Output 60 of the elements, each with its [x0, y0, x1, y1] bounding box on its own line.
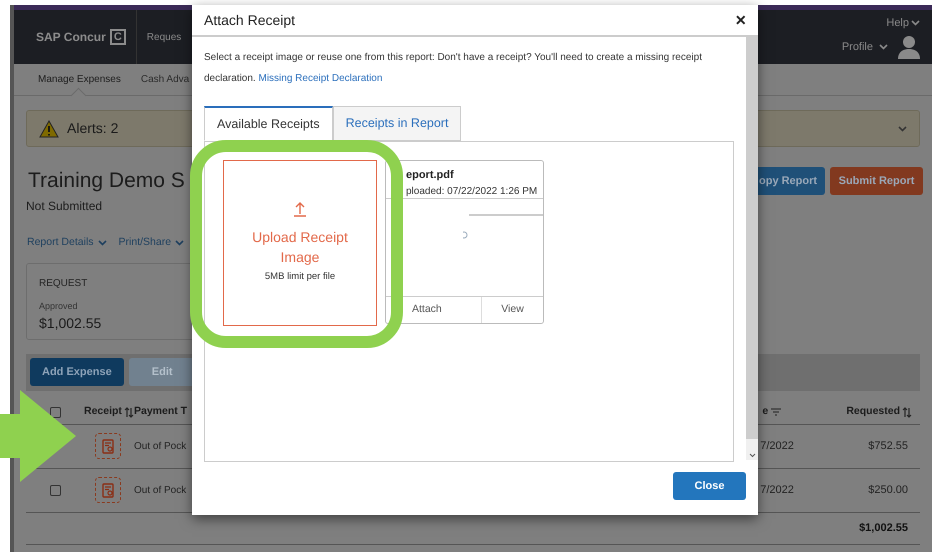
report-button[interactable]: opy Report	[758, 167, 825, 195]
receipt-icon[interactable]	[95, 433, 121, 460]
column-header[interactable]: Requested	[846, 404, 912, 420]
chevron-icon	[98, 240, 107, 246]
sort-icon	[124, 406, 134, 418]
profile-menu[interactable]: Profile	[842, 39, 888, 56]
column-header[interactable]: Receipt	[84, 404, 134, 420]
warning-icon	[39, 120, 59, 138]
dialog-description: Select a receipt image or reuse one from this report: Don't have a receipt? You'll need to create a missing receipt declaration. Missing Receipt Declaration	[204, 51, 703, 86]
avatar-icon[interactable]	[898, 35, 920, 60]
column-header[interactable]: Payment T	[134, 404, 188, 420]
upload-icon	[292, 201, 308, 217]
menu-link[interactable]: Report Details	[27, 235, 107, 251]
nav-tab[interactable]: Manage Expenses	[38, 64, 121, 95]
report-status: Not Submitted	[26, 198, 102, 215]
logo-text: SAP Concur	[36, 29, 106, 46]
table-cell-text: 7/2022	[760, 439, 795, 454]
dialog-title: Attach Receipt	[204, 10, 296, 30]
table-cell-text: Out of Pock	[134, 440, 186, 454]
table-cell-text: $250.00	[868, 483, 908, 498]
close-button[interactable]: ×	[735, 11, 746, 29]
nav-tab[interactable]: Cash Adva	[140, 64, 190, 95]
file-name: eport.pdf	[406, 168, 455, 183]
table-cell-text: Out of Pock	[134, 484, 186, 498]
table-cell-text: $752.55	[868, 439, 908, 454]
arrow-icon	[0, 390, 76, 482]
card-action[interactable]: Attach	[406, 297, 482, 323]
help-menu[interactable]: Help	[886, 14, 920, 32]
card-amount: $1,002.55	[39, 314, 102, 334]
close-dialog-button[interactable]: Close	[673, 472, 746, 500]
checkbox[interactable]	[50, 484, 60, 496]
chevron-icon	[879, 44, 888, 50]
scrollbar[interactable]	[746, 37, 758, 460]
card-action[interactable]: View	[482, 302, 543, 318]
nav-link[interactable]: Reques	[146, 30, 182, 44]
missing-receipt-link[interactable]: Missing Receipt Declaration	[258, 73, 382, 84]
chevron-icon	[898, 126, 907, 132]
receipt-icon[interactable]	[95, 477, 121, 504]
logo-mark: C	[110, 29, 126, 45]
report-title: Training Demo S	[28, 168, 185, 194]
alert-label: Alerts: 2	[67, 119, 118, 138]
tab[interactable]: Available Receipts	[204, 106, 333, 141]
card-heading: REQUEST	[39, 276, 88, 291]
scroll-down-icon[interactable]	[748, 453, 756, 458]
upload-label: Upload Receipt Image	[251, 228, 349, 267]
sort-icon	[902, 406, 912, 418]
column-header[interactable]: e	[762, 404, 846, 420]
upload-tile[interactable]: Upload Receipt Image 5MB limit per file	[223, 160, 377, 326]
total-amount: $1,002.55	[859, 521, 908, 536]
chevron-icon	[911, 20, 920, 26]
card-status: Approved	[39, 300, 79, 313]
chevron-icon	[175, 240, 184, 246]
upload-note: 5MB limit per file	[264, 270, 336, 284]
upload-date: ploaded: 07/22/2022 1:26 PM	[406, 184, 538, 198]
toolbar-button[interactable]: Add Expense	[30, 358, 124, 386]
table-cell-text: 7/2022	[760, 483, 795, 498]
tab[interactable]: Receipts in Report	[332, 106, 462, 141]
filter-icon	[771, 408, 782, 416]
menu-link[interactable]: Print/Share	[118, 235, 184, 251]
report-button[interactable]: Submit Report	[830, 167, 923, 195]
